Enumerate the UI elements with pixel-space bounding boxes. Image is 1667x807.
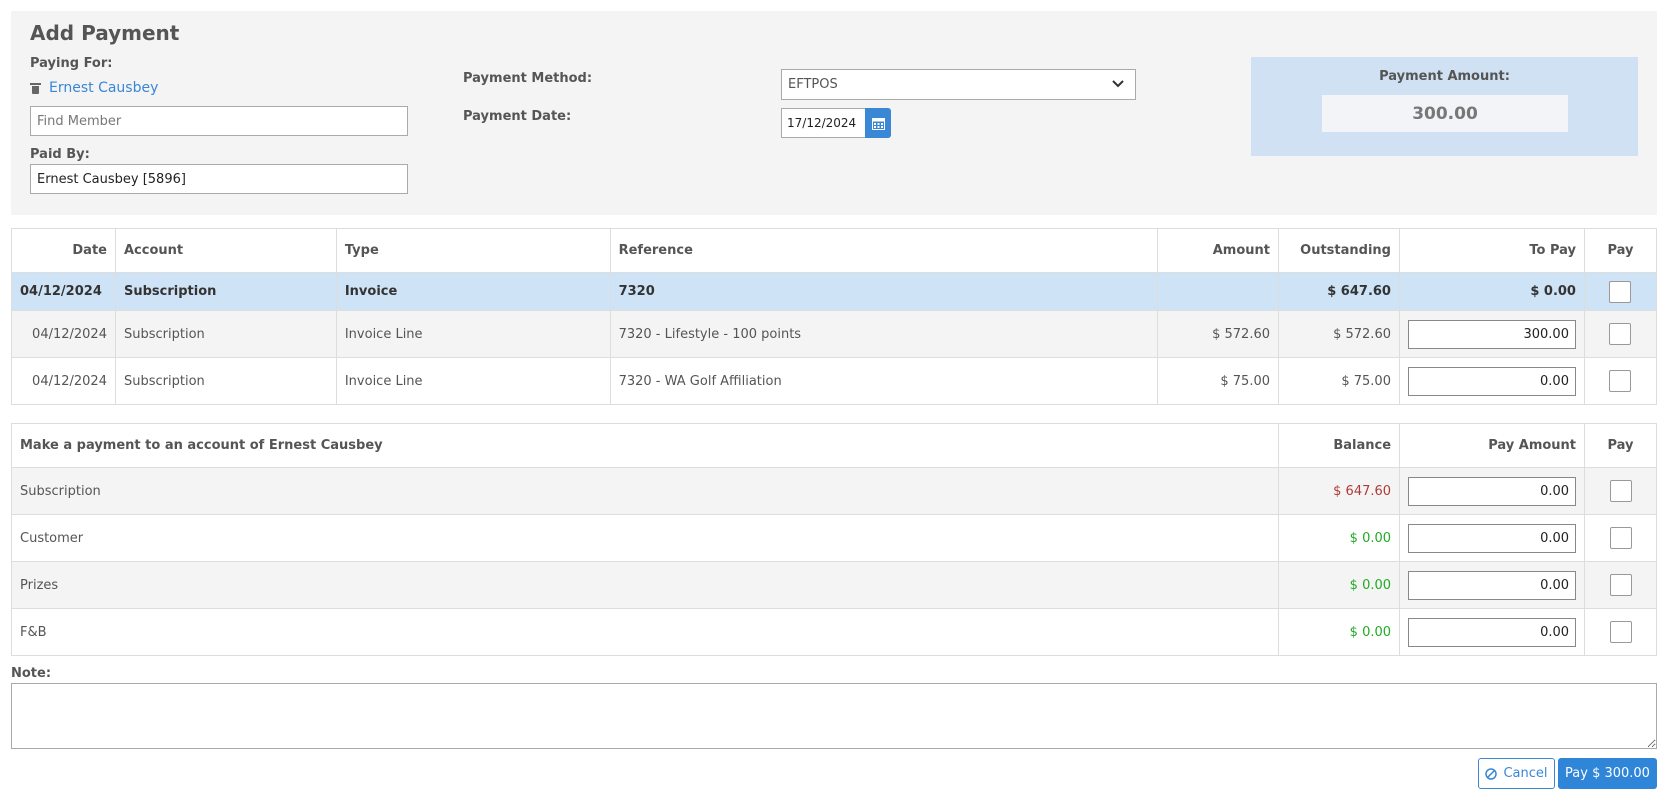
note-textarea[interactable] [11,683,1657,749]
account-balance: $ 0.00 [1278,608,1401,656]
note-label: Note: [11,666,52,681]
payment-date-label: Payment Date: [463,109,572,124]
account-pay-checkbox[interactable] [1609,480,1632,502]
invoice-row[interactable]: 04/12/2024 Subscription Invoice 7320 $ 6… [11,272,1658,311]
pay-amount-input[interactable]: 0.00 [1408,617,1577,647]
payment-date-input[interactable]: 17/12/2024 [781,108,865,138]
line-account: Subscription [114,310,337,358]
find-member-input[interactable] [30,106,408,136]
table-row: Customer $ 0.00 0.00 [10,514,1657,562]
cancel-button[interactable]: Cancel [1478,758,1555,789]
paying-for-member[interactable]: Ernest Causbey [30,80,158,96]
payment-method-value: EFTPOS [788,77,838,92]
calendar-icon [871,117,885,130]
line-to-pay-input[interactable]: 300.00 [1407,319,1576,349]
line-type: Invoice Line [335,310,611,358]
line-reference: 7320 - WA Golf Affiliation [609,357,1159,405]
col-pay[interactable]: Pay [1583,228,1658,273]
account-balance: $ 647.60 [1278,467,1401,515]
invoice-pay-checkbox[interactable] [1609,280,1632,303]
invoice-to-pay: $ 0.00 [1398,272,1585,311]
line-pay-checkbox[interactable] [1609,370,1632,392]
line-reference: 7320 - Lifestyle - 100 points [609,310,1159,358]
col-to-pay[interactable]: To Pay [1398,228,1585,273]
calendar-button[interactable] [865,108,891,138]
col-pay-amount: Pay Amount [1399,423,1586,468]
payment-date-picker: 17/12/2024 [781,108,891,138]
line-account: Subscription [114,357,337,405]
table-row: Subscription $ 647.60 0.00 [10,467,1657,515]
col-type[interactable]: Type [335,228,611,273]
invoice-outstanding: $ 647.60 [1278,272,1400,311]
account-balance: $ 0.00 [1278,561,1401,609]
paid-by-input[interactable] [30,164,408,194]
col-reference[interactable]: Reference [609,228,1159,273]
payment-method-select[interactable]: EFTPOS [781,69,1136,100]
col-outstanding[interactable]: Outstanding [1278,228,1400,273]
col-pay: Pay [1584,423,1657,468]
payment-amount-label: Payment Amount: [1379,69,1510,84]
invoice-reference: 7320 [609,272,1159,311]
table-row: 04/12/2024 Subscription Invoice Line 732… [11,310,1658,358]
payment-amount-box: Payment Amount: 300.00 [1251,57,1638,156]
table-row: F&B $ 0.00 0.00 [10,608,1657,656]
line-date: 04/12/2024 [11,357,116,405]
line-type: Invoice Line [335,357,611,405]
invoice-account: Subscription [114,272,337,311]
trash-icon[interactable] [30,82,41,94]
pay-amount-input[interactable]: 0.00 [1408,476,1577,506]
account-pay-checkbox[interactable] [1609,527,1632,549]
line-outstanding: $ 75.00 [1278,357,1400,405]
col-account[interactable]: Account [114,228,337,273]
col-description: Make a payment to an account of Ernest C… [10,423,1280,468]
cancel-label: Cancel [1503,766,1548,781]
col-date[interactable]: Date [11,228,116,273]
payment-amount-value: 300.00 [1322,95,1568,132]
col-amount[interactable]: Amount [1157,228,1279,273]
invoice-date: 04/12/2024 [11,272,116,311]
chevron-down-icon [1112,80,1124,88]
invoice-amount [1157,272,1279,311]
account-name: Prizes [10,561,1280,609]
account-pay-checkbox[interactable] [1609,574,1632,596]
table-row: 04/12/2024 Subscription Invoice Line 732… [11,357,1658,405]
payment-method-label: Payment Method: [463,71,593,86]
pay-button[interactable]: Pay $ 300.00 [1558,758,1657,789]
account-name: Subscription [10,467,1280,515]
line-amount: $ 75.00 [1157,357,1279,405]
account-balance: $ 0.00 [1278,514,1401,562]
payment-header-panel: Add Payment Paying For: Ernest Causbey P… [11,11,1657,215]
line-amount: $ 572.60 [1157,310,1279,358]
line-date: 04/12/2024 [11,310,116,358]
invoice-table-header: Date Account Type Reference Amount Outst… [11,228,1658,273]
account-name: Customer [10,514,1280,562]
col-balance: Balance [1278,423,1401,468]
pay-amount-input[interactable]: 0.00 [1408,523,1577,553]
paid-by-label: Paid By: [30,147,90,162]
line-to-pay-input[interactable]: 0.00 [1407,366,1576,396]
account-pay-checkbox[interactable] [1609,621,1632,643]
line-pay-checkbox[interactable] [1609,323,1632,345]
account-payment-table: Make a payment to an account of Ernest C… [10,423,1657,656]
table-row: Prizes $ 0.00 0.00 [10,561,1657,609]
ban-icon [1485,767,1498,780]
account-table-header: Make a payment to an account of Ernest C… [10,423,1657,468]
invoice-type: Invoice [335,272,611,311]
line-outstanding: $ 572.60 [1278,310,1400,358]
account-name: F&B [10,608,1280,656]
paying-for-label: Paying For: [30,56,113,71]
pay-amount-input[interactable]: 0.00 [1408,570,1577,600]
invoice-table: Date Account Type Reference Amount Outst… [11,228,1658,405]
page-title: Add Payment [30,21,180,45]
member-name-link[interactable]: Ernest Causbey [49,80,158,96]
